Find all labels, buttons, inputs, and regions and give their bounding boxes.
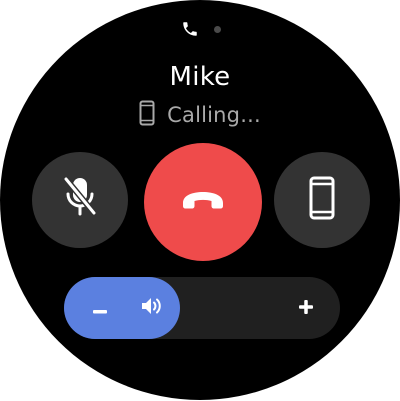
mic-off-icon xyxy=(60,175,100,225)
call-status: Calling... xyxy=(0,100,400,130)
page-dot[interactable] xyxy=(213,25,221,33)
volume-down-button[interactable] xyxy=(84,292,116,324)
caller-name: Mike xyxy=(169,62,231,92)
end-call-button[interactable] xyxy=(144,143,262,261)
volume-indicator xyxy=(138,294,166,322)
smartphone-icon xyxy=(139,100,155,130)
watch-face: Mike Calling... xyxy=(0,0,400,400)
phone-icon xyxy=(180,19,200,39)
volume-up-button[interactable] xyxy=(290,292,322,324)
smartphone-icon xyxy=(309,176,335,224)
volume-slider[interactable] xyxy=(64,277,340,339)
audio-device-button[interactable] xyxy=(274,152,370,248)
plus-icon xyxy=(299,299,313,318)
hang-up-icon xyxy=(180,190,226,214)
call-status-text: Calling... xyxy=(167,103,261,127)
minus-icon xyxy=(93,299,107,318)
mute-button[interactable] xyxy=(32,152,128,248)
speaker-icon xyxy=(141,296,163,320)
page-indicators xyxy=(0,18,400,40)
